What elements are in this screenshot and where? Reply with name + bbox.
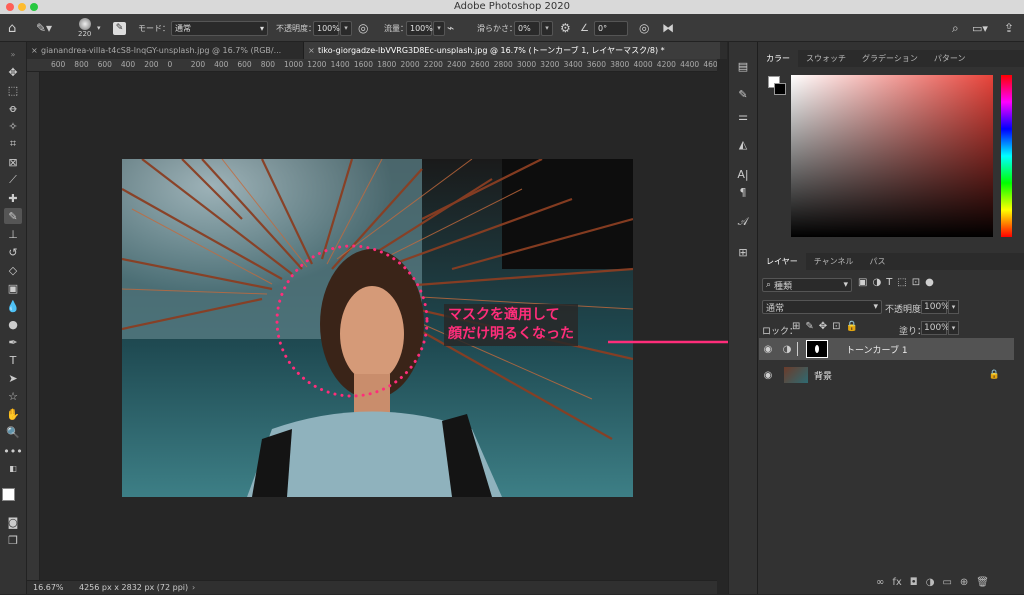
layer-row-background[interactable]: ◉ 背景 🔒: [759, 364, 1014, 386]
chain-link-icon[interactable]: [797, 342, 802, 356]
lock-artboard-icon[interactable]: ⊡: [832, 321, 840, 332]
lock-position-icon[interactable]: ✥: [819, 321, 827, 332]
tab-layers[interactable]: レイヤー: [758, 253, 806, 270]
fill-value: 100%: [924, 323, 950, 333]
pixel-filter-icon[interactable]: ▣: [858, 277, 867, 288]
brush-panel-icon[interactable]: ✎: [734, 86, 752, 102]
annotation-line-2: 顔だけ明るくなった: [448, 326, 574, 342]
panel-icon-strip: ▤ ✎ ⚌ ◭ A| ¶ 𝒜 ⊞: [728, 42, 757, 594]
annotation-label: マスクを適用して 顔だけ明るくなった: [444, 304, 578, 346]
lock-pixels-icon[interactable]: ✎: [805, 321, 813, 332]
layer-row-curves[interactable]: ◉ ◑ トーンカーブ 1: [759, 338, 1014, 360]
fill-field[interactable]: 100%: [921, 321, 950, 335]
smart-object-filter-icon[interactable]: ⊡: [912, 277, 920, 288]
lock-icons: ⊞ ✎ ✥ ⊡ 🔒: [792, 321, 858, 332]
layers-panel-tabs: レイヤー チャンネル パス: [758, 253, 1024, 270]
history-panel-icon[interactable]: ▤: [734, 58, 752, 74]
layer-name[interactable]: 背景: [814, 369, 832, 382]
background-color-chip[interactable]: [774, 83, 786, 95]
hue-slider[interactable]: [1001, 75, 1012, 237]
fill-dropdown[interactable]: ▾: [948, 321, 959, 335]
right-panels: カラー スウォッチ グラデーション パターン レイヤー チャンネル パス ⌕ 種類…: [757, 42, 1024, 594]
layer-opacity-field[interactable]: 100%: [921, 300, 950, 314]
new-group-icon[interactable]: ▭: [942, 577, 951, 588]
dotted-highlight-circle: [275, 244, 429, 398]
status-menu-icon[interactable]: ›: [192, 581, 195, 595]
tab-gradients[interactable]: グラデーション: [854, 50, 926, 67]
properties-panel-icon[interactable]: ⊞: [734, 244, 752, 260]
add-mask-icon[interactable]: ◘: [910, 577, 918, 588]
layer-opacity-dropdown[interactable]: ▾: [948, 300, 959, 314]
eye-icon[interactable]: ◉: [759, 344, 777, 355]
adjustment-filter-icon[interactable]: ◑: [872, 277, 881, 288]
chevron-down-icon: ▾: [873, 302, 878, 312]
character-panel-icon[interactable]: A|: [734, 166, 752, 182]
mask-shape: [815, 345, 819, 353]
type-filter-icon[interactable]: T: [886, 277, 892, 288]
filter-kind-value: 種類: [774, 281, 793, 292]
tab-swatches[interactable]: スウォッチ: [798, 50, 854, 67]
layer-mask-thumbnail[interactable]: [806, 340, 828, 358]
adjustment-layer-icon: ◑: [782, 343, 792, 355]
status-bar: 16.67% 4256 px x 2832 px (72 ppi) ›: [27, 580, 717, 594]
eye-icon[interactable]: ◉: [759, 370, 777, 381]
lock-all-icon[interactable]: 🔒: [846, 321, 858, 332]
chevron-down-icon: ▾: [843, 280, 848, 290]
adjust-panel-icon[interactable]: ⚌: [734, 108, 752, 124]
annotation-line-1: マスクを適用して: [448, 307, 560, 323]
trash-icon[interactable]: 🗑: [976, 577, 989, 588]
layer-filter-select[interactable]: ⌕ 種類 ▾: [762, 278, 852, 292]
new-layer-icon[interactable]: ⊕: [960, 577, 968, 588]
filter-toggle-icon[interactable]: ●: [925, 277, 934, 288]
blend-mode-value: 通常: [766, 303, 785, 314]
search-icon: ⌕: [766, 280, 772, 290]
new-adjustment-icon[interactable]: ◑: [926, 577, 935, 588]
color-field[interactable]: [791, 75, 993, 237]
layer-name[interactable]: トーンカーブ 1: [846, 343, 908, 356]
document-info: 4256 px x 2832 px (72 ppi): [79, 583, 189, 592]
zoom-level[interactable]: 16.67%: [33, 581, 64, 595]
layer-filter-icons: ▣ ◑ T ⬚ ⊡ ●: [858, 277, 934, 288]
layers-footer: ∞ fx ◘ ◑ ▭ ⊕ 🗑: [876, 577, 989, 588]
actions-panel-icon[interactable]: ◭: [734, 136, 752, 152]
color-panel-tabs: カラー スウォッチ グラデーション パターン: [758, 50, 1024, 67]
glyphs-panel-icon[interactable]: 𝒜: [734, 214, 752, 230]
tab-channels[interactable]: チャンネル: [806, 253, 862, 270]
fx-icon[interactable]: fx: [892, 577, 901, 588]
layer-opacity-value: 100%: [924, 302, 950, 312]
tab-paths[interactable]: パス: [862, 253, 894, 270]
link-layers-icon[interactable]: ∞: [876, 577, 884, 588]
tab-patterns[interactable]: パターン: [926, 50, 974, 67]
paragraph-panel-icon[interactable]: ¶: [734, 184, 752, 200]
tab-color[interactable]: カラー: [758, 50, 798, 67]
shape-filter-icon[interactable]: ⬚: [897, 277, 906, 288]
blend-mode-select[interactable]: 通常 ▾: [762, 300, 882, 314]
lock-icon: 🔒: [988, 370, 1000, 380]
lock-transparent-icon[interactable]: ⊞: [792, 321, 800, 332]
layer-thumbnail: [784, 367, 808, 383]
